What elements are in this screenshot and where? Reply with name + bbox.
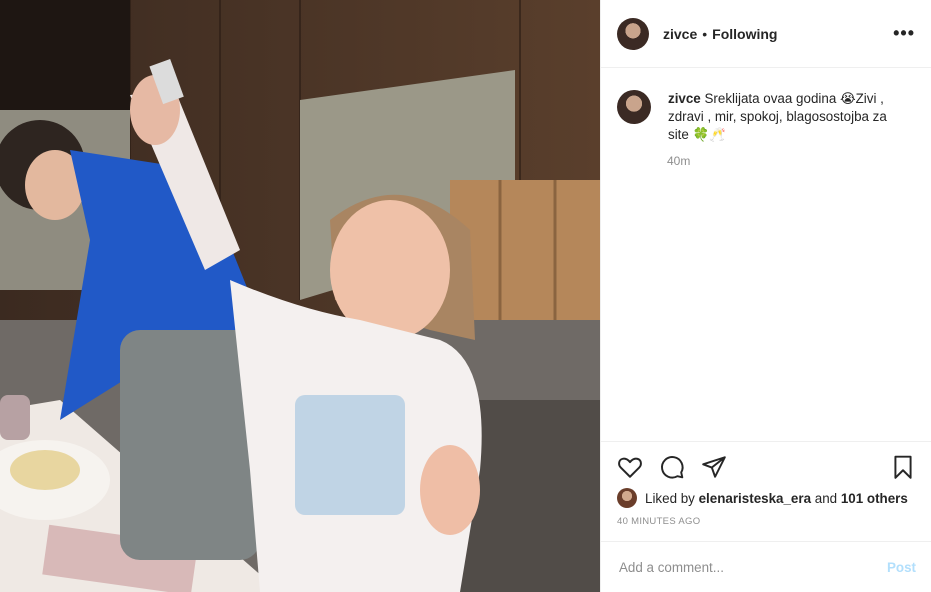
photo-illustration: [0, 0, 600, 592]
caption-username[interactable]: zivce: [668, 91, 701, 106]
liker-avatar[interactable]: [617, 488, 637, 508]
caption-text-block: zivce Sreklijata ovaa godina 😭Zivi , zdr…: [668, 90, 908, 144]
post-modal: zivce • Following ••• zivce Sreklijata o…: [0, 0, 931, 592]
post-photo[interactable]: [0, 0, 600, 592]
author-username[interactable]: zivce: [663, 26, 697, 42]
likes-others[interactable]: 101 others: [841, 491, 908, 506]
author-avatar[interactable]: [617, 17, 649, 50]
caption-time[interactable]: 40m: [667, 154, 931, 168]
comment-icon[interactable]: [659, 454, 685, 480]
post-timestamp[interactable]: 40 MINUTES AGO: [617, 516, 916, 527]
likes-prefix: Liked by: [645, 490, 695, 506]
bookmark-icon[interactable]: [890, 454, 916, 480]
action-bar: Liked by elenaristeska_era and 101 other…: [601, 441, 931, 527]
caption-row: zivce Sreklijata ovaa godina 😭Zivi , zdr…: [601, 68, 931, 144]
caption-text: Sreklijata ovaa godina 😭Zivi , zdravi , …: [668, 91, 887, 142]
action-icons: [617, 454, 916, 480]
following-button[interactable]: Following: [712, 26, 777, 42]
liker-username[interactable]: elenaristeska_era: [699, 491, 811, 506]
comment-box: Post: [601, 541, 931, 592]
comment-input[interactable]: [617, 558, 887, 576]
caption-avatar[interactable]: [617, 90, 651, 124]
header-separator: •: [702, 25, 708, 42]
more-horizontal-icon[interactable]: •••: [893, 23, 915, 44]
likes-and: and: [814, 490, 838, 506]
post-header: zivce • Following •••: [601, 0, 931, 68]
heart-icon[interactable]: [617, 454, 643, 480]
share-icon[interactable]: [701, 454, 727, 480]
likes-row: Liked by elenaristeska_era and 101 other…: [617, 488, 916, 508]
post-sidebar: zivce • Following ••• zivce Sreklijata o…: [600, 0, 931, 592]
post-comment-button[interactable]: Post: [887, 560, 916, 575]
